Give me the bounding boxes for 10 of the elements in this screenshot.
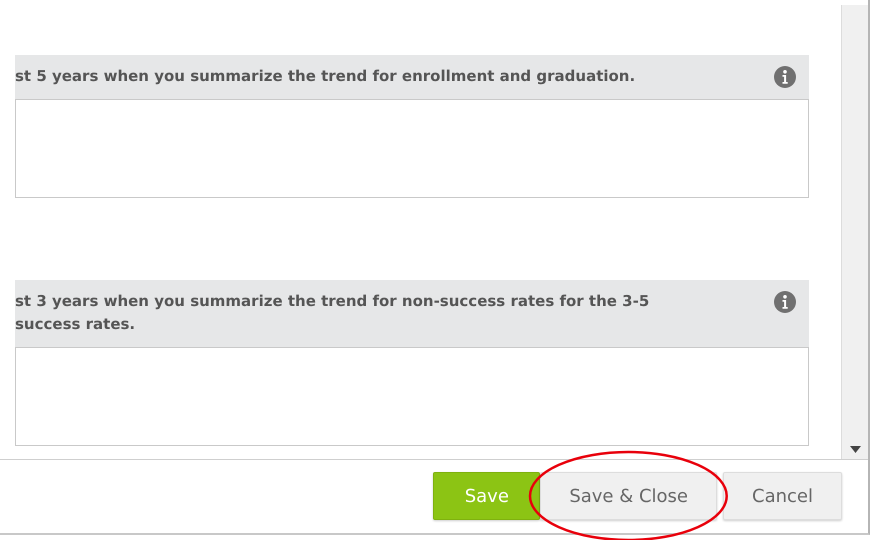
answer-field[interactable]: [15, 100, 809, 198]
action-button[interactable]: Cancel: [723, 472, 842, 520]
answer-field[interactable]: [15, 348, 809, 446]
scroll-down-icon[interactable]: [850, 446, 860, 453]
info-icon[interactable]: [773, 290, 797, 314]
action-button[interactable]: Save & Close: [540, 472, 718, 520]
question-text: st 5 years when you summarize the trend for enrollment and graduation.: [15, 66, 636, 87]
question-text: st 3 years when you summarize the trend for non-success rates for the 3-5 success rates.: [15, 291, 650, 336]
info-icon[interactable]: [773, 65, 797, 89]
scrollbar-track[interactable]: [841, 5, 868, 459]
